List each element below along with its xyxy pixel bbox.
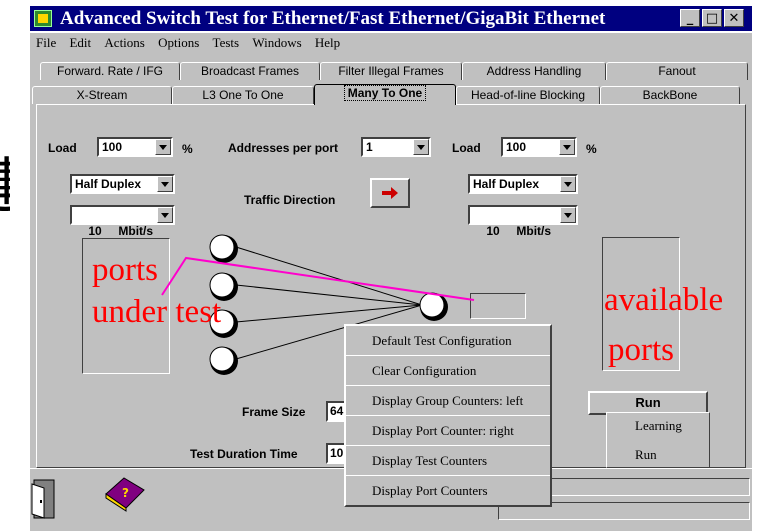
annotation-available: available bbox=[604, 282, 724, 318]
annotation-under-test: under test bbox=[92, 294, 222, 330]
annotation-ports: ports bbox=[92, 252, 158, 288]
app-window: 連 Advanced Switch Test for Ethernet/Fast… bbox=[0, 0, 762, 531]
annotation-ports-right: ports bbox=[608, 332, 674, 368]
